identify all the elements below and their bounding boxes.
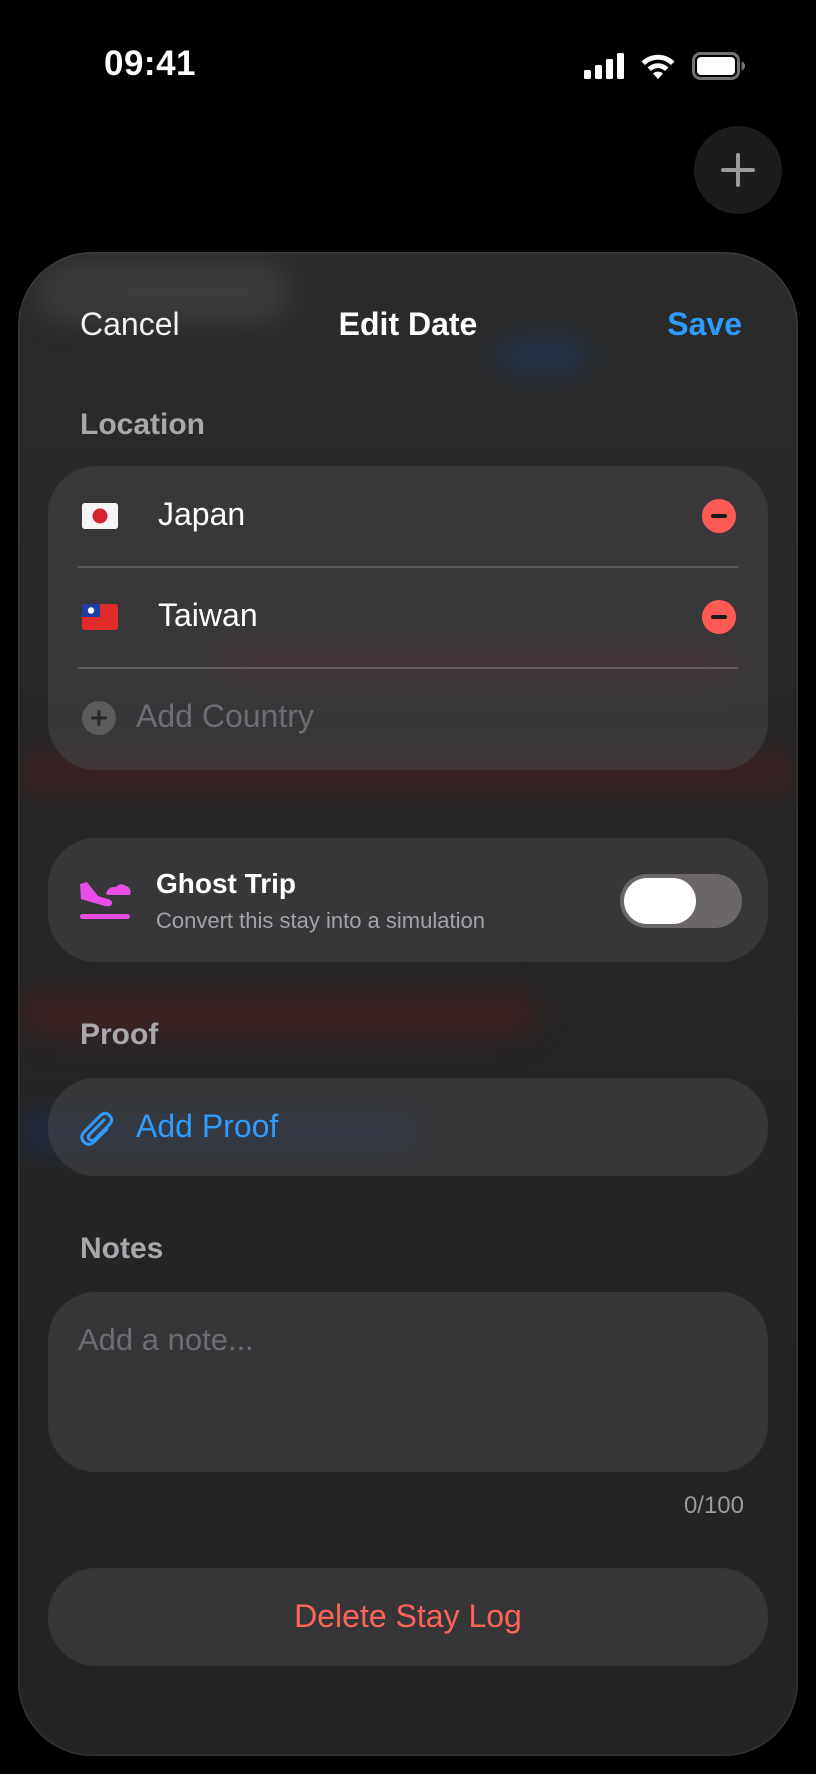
edit-date-sheet: Cancel Edit Date Save Location Japan Tai… [18,252,798,1756]
add-button[interactable] [694,126,782,214]
plane-landing-icon [78,878,132,927]
country-name: Taiwan [158,597,258,633]
proof-header: Proof [80,1018,159,1051]
add-country-button[interactable]: Add Country [48,668,768,768]
nav-bar: Cancel Edit Date Save [18,252,798,402]
ghost-trip-toggle[interactable] [620,874,742,928]
country-row-japan[interactable]: Japan [48,466,768,566]
wifi-icon [641,54,675,79]
status-icons [584,48,746,84]
ghost-trip-title: Ghost Trip [156,868,296,899]
status-time: 09:41 [104,44,197,83]
cellular-signal-icon [584,53,624,79]
delete-stay-log-label: Delete Stay Log [294,1598,522,1634]
location-card: Japan Taiwan Add Country [48,466,768,770]
add-proof-label: Add Proof [136,1108,279,1144]
notes-input[interactable]: Add a note... [48,1292,768,1472]
add-proof-button[interactable]: Add Proof [48,1078,768,1176]
ghost-trip-card: Ghost Trip Convert this stay into a simu… [48,838,768,962]
country-row-taiwan[interactable]: Taiwan [48,567,768,667]
save-button[interactable]: Save [667,306,742,343]
delete-stay-log-button[interactable]: Delete Stay Log [48,1568,768,1666]
remove-country-button[interactable] [702,499,736,533]
toggle-knob [624,878,696,924]
notes-character-counter: 0/100 [683,1492,744,1519]
location-header: Location [80,408,205,441]
japan-flag-icon [82,503,118,529]
country-name: Japan [158,496,246,532]
battery-icon [692,52,745,80]
remove-country-button[interactable] [702,600,736,634]
minus-icon [711,615,727,619]
taiwan-flag-icon [82,604,118,630]
plus-circle-icon [82,701,116,735]
paperclip-icon [78,1110,114,1153]
notes-placeholder: Add a note... [78,1322,254,1357]
minus-icon [711,514,727,518]
notes-header: Notes [80,1232,164,1265]
plus-icon [721,153,755,187]
ghost-trip-subtitle: Convert this stay into a simulation [156,908,485,933]
add-country-label: Add Country [136,698,314,734]
